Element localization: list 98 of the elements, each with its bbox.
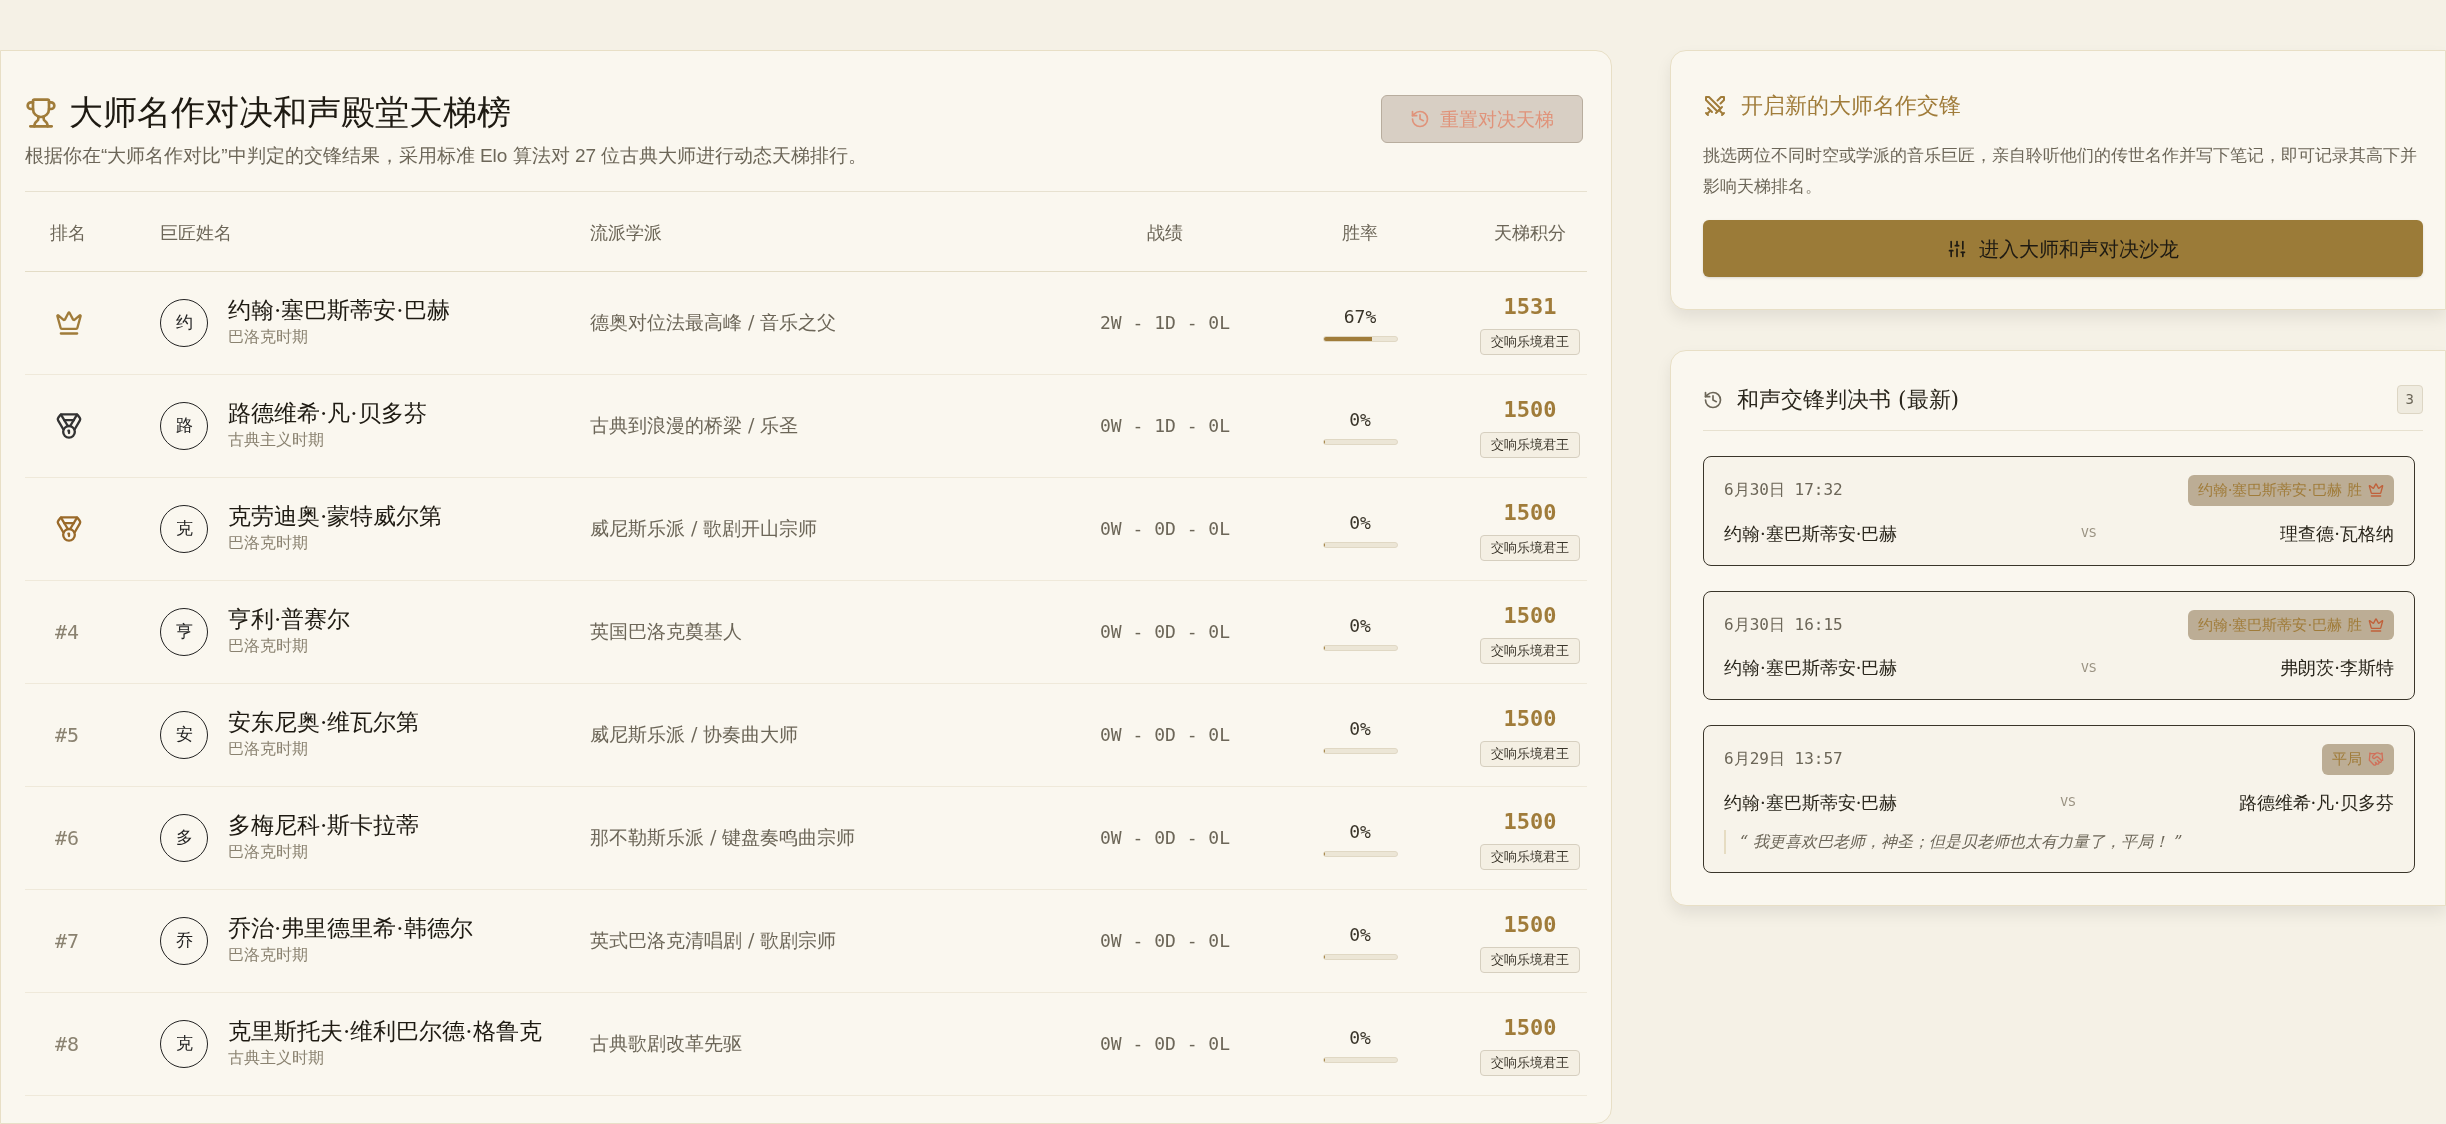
verdict-time: 6月30日 16:15 (1724, 613, 1843, 636)
title-badge: 交响乐境君王 (1480, 638, 1580, 664)
column-header: 排名 (49, 221, 87, 245)
ladder-points: 1500 (1503, 1014, 1557, 1043)
ladder-points: 1500 (1503, 602, 1557, 631)
card-description: 挑选两位不同时空或学派的音乐巨匠，亲自聆听他们的传世名作并写下笔记，即可记录其高下并影响天梯排名。 (1703, 144, 2418, 198)
player-name: 理查德·瓦格纳 (2280, 521, 2394, 546)
composer-period: 巴洛克时期 (228, 326, 309, 347)
rank-number: #7 (55, 927, 80, 955)
school-text: 古典到浪漫的桥梁 / 乐圣 (590, 413, 800, 439)
title-badge: 交响乐境君王 (1480, 1050, 1580, 1076)
column-header: 天梯积分 (1494, 221, 1566, 245)
column-header: 巨匠姓名 (159, 221, 233, 245)
school-text: 威尼斯乐派 / 歌剧开山宗师 (590, 516, 819, 542)
composer-period: 巴洛克时期 (228, 532, 309, 553)
rank-number: #5 (55, 721, 80, 749)
ladder-points: 1500 (1503, 808, 1557, 837)
composer-name: 克里斯托夫·维利巴尔德·格鲁克 (228, 1017, 542, 1046)
record-text: 0W - 0D - 0L (1099, 517, 1230, 541)
ladder-points: 1500 (1503, 911, 1557, 940)
vs-label: VS (2081, 524, 2097, 543)
column-header: 胜率 (1342, 221, 1378, 245)
sliders-icon (1947, 238, 1967, 259)
record-text: 0W - 0D - 0L (1099, 1032, 1230, 1056)
title-badge: 交响乐境君王 (1480, 535, 1580, 561)
title-badge: 交响乐境君王 (1480, 432, 1580, 458)
player-name: 约翰·塞巴斯蒂安·巴赫 (1724, 790, 1898, 815)
verdict-time: 6月30日 17:32 (1724, 479, 1843, 502)
ladder-points: 1500 (1503, 396, 1557, 425)
trophy-icon (25, 96, 57, 129)
count-badge: 3 (2396, 385, 2423, 414)
win-rate: 0% (1349, 923, 1371, 947)
school-text: 那不勒斯乐派 / 键盘奏鸣曲宗师 (590, 825, 857, 851)
composer-period: 巴洛克时期 (228, 635, 309, 656)
composer-name: 多梅尼科·斯卡拉蒂 (228, 811, 420, 840)
enter-salon-button[interactable]: 进入大师和声对决沙龙 (1703, 220, 2423, 277)
composer-period: 巴洛克时期 (228, 944, 309, 965)
player-name: 约翰·塞巴斯蒂安·巴赫 (1724, 656, 1898, 680)
card-title: 开启新的大师名作交锋 (1741, 92, 1961, 120)
result-badge: 平局 (2322, 744, 2394, 775)
composer-period: 古典主义时期 (228, 429, 325, 450)
composer-name: 安东尼奥·维瓦尔第 (228, 708, 420, 737)
record-text: 0W - 0D - 0L (1099, 723, 1230, 747)
title-badge: 交响乐境君王 (1480, 741, 1580, 767)
school-text: 威尼斯乐派 / 协奏曲大师 (590, 722, 800, 748)
verdict-time: 6月29日 13:57 (1724, 748, 1843, 771)
history-icon (1410, 109, 1430, 129)
win-rate: 0% (1349, 614, 1371, 638)
vs-label: VS (2060, 793, 2076, 812)
composer-name: 约翰·塞巴斯蒂安·巴赫 (228, 296, 450, 325)
title-badge: 交响乐境君王 (1480, 329, 1580, 355)
record-text: 0W - 0D - 0L (1099, 620, 1230, 644)
vs-label: VS (2081, 658, 2097, 677)
composer-period: 巴洛克时期 (228, 841, 309, 862)
card-title: 和声交锋判决书 (最新) (1737, 386, 1960, 414)
composer-period: 巴洛克时期 (228, 738, 309, 759)
record-text: 0W - 0D - 0L (1099, 929, 1230, 953)
composer-period: 古典主义时期 (228, 1047, 325, 1068)
page-title: 大师名作对决和声殿堂天梯榜 (69, 91, 511, 134)
title-badge: 交响乐境君王 (1480, 844, 1580, 870)
swords-icon (1703, 93, 1727, 118)
record-text: 0W - 1D - 0L (1099, 414, 1230, 438)
page-subtitle: 根据你在“大师名作对比”中判定的交锋结果，采用标准 Elo 算法对 27 位古典大师进行动态天梯排行。 (25, 144, 868, 168)
column-header: 流派学派 (590, 221, 663, 245)
handshake-icon (2368, 751, 2384, 768)
ladder-points: 1500 (1503, 705, 1557, 734)
player-name: 弗朗茨·李斯特 (2280, 656, 2394, 680)
school-text: 英国巴洛克奠基人 (590, 619, 743, 645)
verdict-note: “ 我更喜欢巴老师，神圣；但是贝老师也太有力量了，平局！ ” (1724, 829, 2394, 854)
result-badge: 约翰·塞巴斯蒂安·巴赫 胜 (2187, 609, 2394, 640)
ladder-points: 1531 (1503, 293, 1557, 322)
ladder-points: 1500 (1503, 499, 1557, 528)
crown-icon (2368, 616, 2384, 633)
rank-number: #6 (55, 824, 80, 852)
composer-name: 路德维希·凡·贝多芬 (228, 399, 427, 428)
result-badge: 约翰·塞巴斯蒂安·巴赫 胜 (2187, 475, 2394, 506)
composer-name: 克劳迪奥·蒙特威尔第 (228, 502, 443, 531)
player-name: 约翰·塞巴斯蒂安·巴赫 (1724, 521, 1898, 546)
school-text: 古典歌剧改革先驱 (590, 1031, 743, 1057)
history-icon (1703, 389, 1723, 410)
rank-number: #4 (55, 618, 80, 646)
win-rate: 0% (1349, 1026, 1371, 1050)
win-rate: 0% (1349, 717, 1371, 741)
composer-name: 乔治·弗里德里希·韩德尔 (228, 914, 473, 943)
win-rate: 67% (1343, 305, 1377, 329)
record-text: 0W - 0D - 0L (1099, 826, 1230, 850)
win-rate: 0% (1349, 511, 1371, 535)
crown-icon (2368, 482, 2384, 499)
rank-number: #8 (55, 1030, 80, 1058)
column-header: 战绩 (1147, 221, 1183, 245)
school-text: 德奥对位法最高峰 / 音乐之父 (590, 310, 838, 336)
player-name: 路德维希·凡·贝多芬 (2238, 790, 2394, 815)
win-rate: 0% (1349, 408, 1371, 432)
record-text: 2W - 1D - 0L (1099, 311, 1230, 335)
school-text: 英式巴洛克清唱剧 / 歌剧宗师 (590, 928, 838, 954)
composer-name: 亨利·普赛尔 (228, 605, 351, 634)
title-badge: 交响乐境君王 (1480, 947, 1580, 973)
win-rate: 0% (1349, 820, 1371, 844)
